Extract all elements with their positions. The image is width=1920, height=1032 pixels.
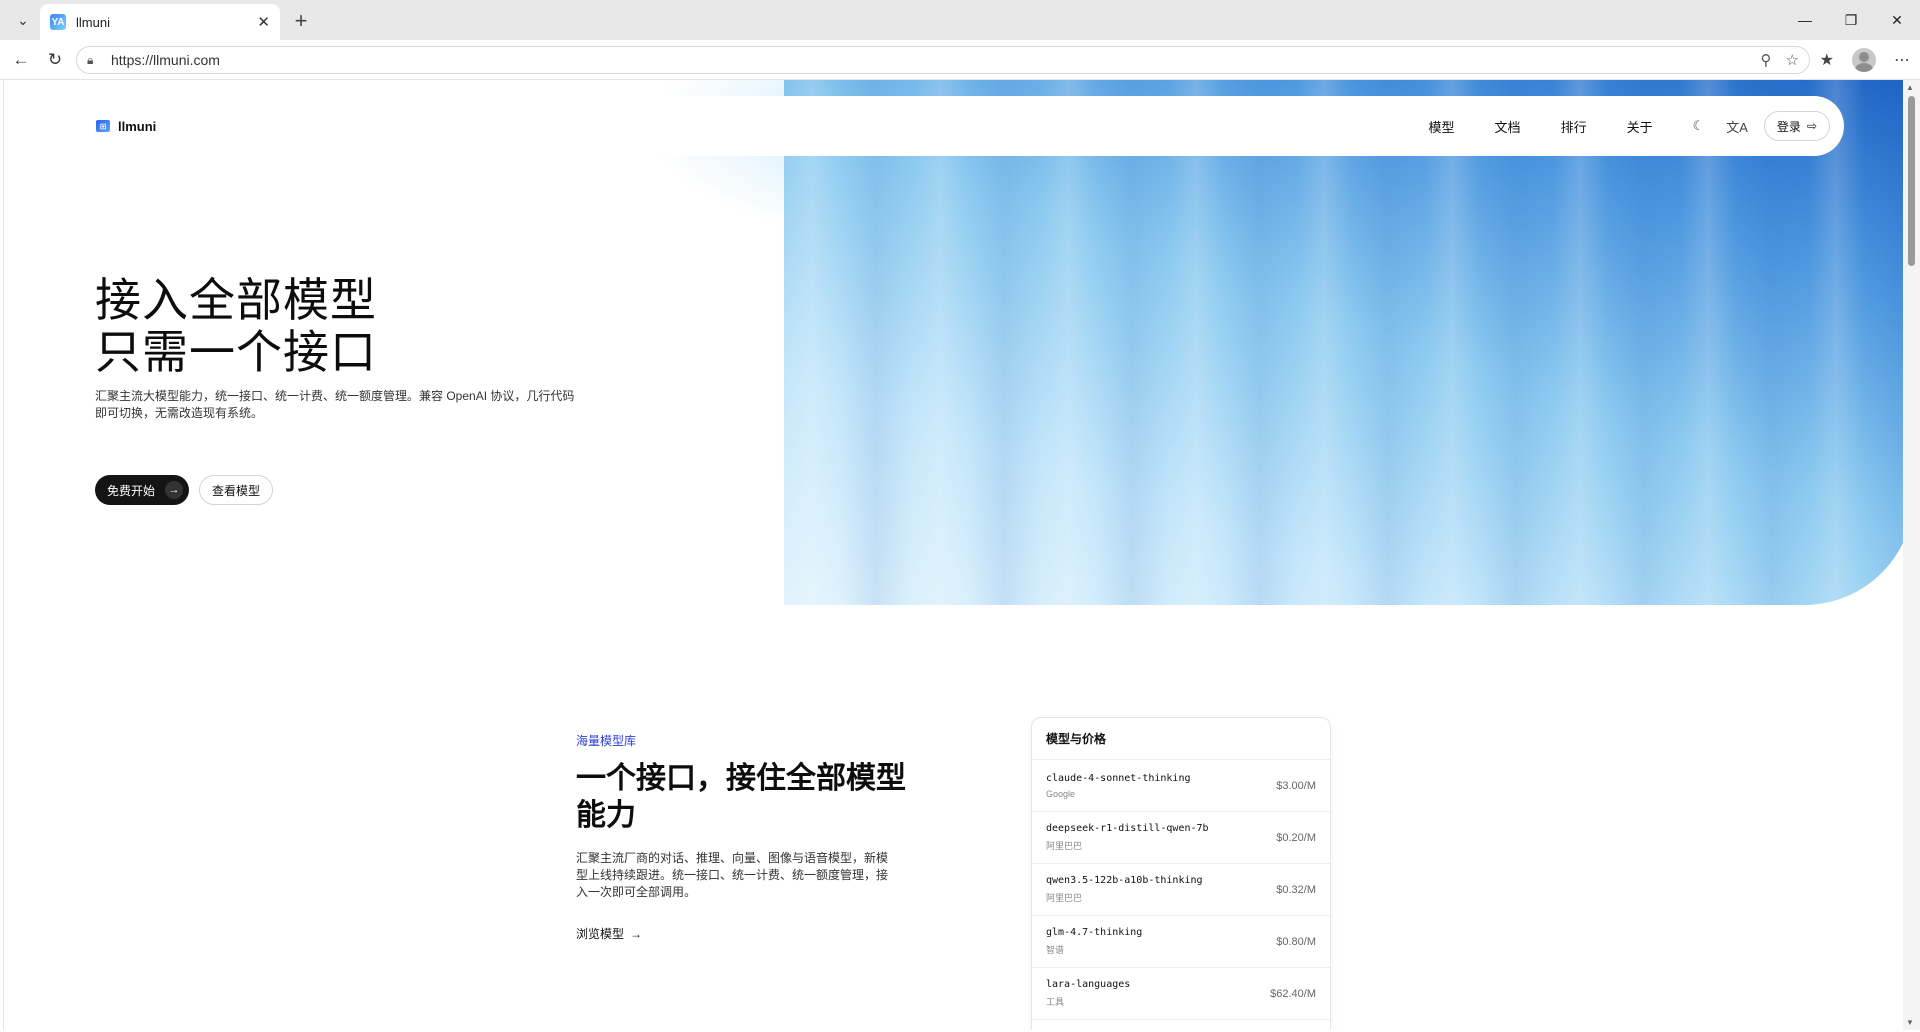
zoom-icon[interactable]: ⚲ <box>1761 51 1772 69</box>
login-arrow-icon: ⇨ <box>1806 119 1817 133</box>
tab-list-chevron-icon[interactable]: ⌄ <box>8 6 38 34</box>
logo-icon: ⊞ <box>96 120 110 132</box>
model-price: $62.40/M <box>1270 987 1316 1000</box>
model-name: lara-languages <box>1046 979 1131 990</box>
model-vendor: 阿里巴巴 <box>1046 893 1083 903</box>
hero-gradient-background <box>784 80 1903 605</box>
section-description: 汇聚主流厂商的对话、推理、向量、图像与语音模型，新模型上线持续跟进。统一接口、统… <box>576 851 889 899</box>
browser-address-bar: ← ↻ 🔒︎ https://llmuni.com ⚲ ☆ ★ ⋯ <box>0 40 1920 80</box>
more-menu-icon[interactable]: ⋯ <box>1894 50 1910 70</box>
site-navbar: ⊞ llmuni 模型 文档 排行 关于 ☾ 文A 登录 ⇨ <box>84 96 1844 156</box>
dark-mode-moon-icon[interactable]: ☾ <box>1693 118 1705 134</box>
model-name: deepseek-r1-distill-qwen-7b <box>1046 823 1209 834</box>
browser-tab-bar: ⌄ YA llmuni ✕ + — ❐ ✕ <box>0 0 1920 40</box>
price-card-title: 模型与价格 <box>1032 718 1330 760</box>
nav-icon-group: ☾ 文A <box>1693 117 1748 136</box>
arrow-right-icon: → <box>630 926 643 941</box>
scroll-down-arrow-icon[interactable]: ▼ <box>1906 1018 1914 1027</box>
start-free-button[interactable]: 免费开始 → <box>95 475 190 505</box>
hero-description: 汇聚主流大模型能力，统一接口、统一计费、统一额度管理。兼容 OpenAI 协议，… <box>95 389 575 420</box>
back-arrow-icon[interactable]: ← <box>8 47 34 73</box>
lock-icon[interactable]: 🔒︎ <box>87 53 103 68</box>
model-price: $0.32/M <box>1276 883 1316 896</box>
window-controls: — ❐ ✕ <box>1782 0 1920 40</box>
hero-title-line2: 只需一个接口 <box>95 326 377 378</box>
site-logo[interactable]: ⊞ llmuni <box>96 119 156 134</box>
model-price-card: 模型与价格 claude-4-sonnet-thinking Google $3… <box>1031 717 1331 1030</box>
favorites-list-icon[interactable]: ★ <box>1820 50 1834 70</box>
logo-text: llmuni <box>118 118 157 134</box>
hero-actions: 免费开始 → 查看模型 <box>95 475 274 505</box>
browse-models-link[interactable]: 浏览模型 → <box>576 925 642 942</box>
hero-title-line1: 接入全部模型 <box>95 274 377 326</box>
model-row[interactable]: lara-languages 工具 $62.40/M <box>1032 968 1330 1020</box>
url-text[interactable]: https://llmuni.com <box>111 52 1747 68</box>
page-scrollbar[interactable]: ▲ ▼ <box>1903 80 1920 1030</box>
hero-title: 接入全部模型 只需一个接口 <box>95 274 695 378</box>
window-close-icon[interactable]: ✕ <box>1874 0 1920 40</box>
browse-models-label: 浏览模型 <box>576 927 625 941</box>
reload-icon[interactable]: ↻ <box>42 47 68 73</box>
scrollbar-thumb[interactable] <box>1908 96 1915 266</box>
browser-tab[interactable]: YA llmuni ✕ <box>40 4 280 40</box>
url-omnibox[interactable]: 🔒︎ https://llmuni.com ⚲ ☆ <box>76 46 1810 74</box>
nav-link-ranking[interactable]: 排行 <box>1561 117 1587 136</box>
model-vendor: 智谱 <box>1046 945 1065 955</box>
new-tab-plus-icon[interactable]: + <box>288 8 314 34</box>
model-name: glm-4.7-thinking <box>1046 927 1143 938</box>
model-price: $3.00/M <box>1276 779 1316 792</box>
scroll-up-arrow-icon[interactable]: ▲ <box>1906 83 1914 92</box>
nav-links: 模型 文档 排行 关于 <box>1429 117 1653 136</box>
section-eyebrow: 海量模型库 <box>576 734 637 748</box>
model-vendor: Google <box>1046 788 1076 799</box>
tab-close-icon[interactable]: ✕ <box>257 13 270 31</box>
model-row[interactable]: deepseek-r1-distill-qwen-7b 阿里巴巴 $0.20/M <box>1032 812 1330 864</box>
login-button[interactable]: 登录 ⇨ <box>1763 111 1830 141</box>
login-label: 登录 <box>1776 119 1801 134</box>
model-row[interactable]: qwen3.5-122b-a10b-thinking 阿里巴巴 $0.32/M <box>1032 864 1330 916</box>
model-row[interactable]: glm-4.7-thinking 智谱 $0.80/M <box>1032 916 1330 968</box>
view-models-button[interactable]: 查看模型 <box>199 475 274 505</box>
minimize-icon[interactable]: — <box>1782 0 1828 40</box>
page-viewport: ⊞ llmuni 模型 文档 排行 关于 ☾ 文A 登录 ⇨ 接入全部模型 只需… <box>3 80 1903 1030</box>
profile-avatar-icon[interactable] <box>1852 48 1876 72</box>
restore-icon[interactable]: ❐ <box>1828 0 1874 40</box>
tab-title: llmuni <box>76 14 110 30</box>
model-vendor: 阿里巴巴 <box>1046 841 1083 851</box>
model-vendor: 工具 <box>1046 997 1065 1007</box>
model-row[interactable]: claude-4-sonnet-thinking Google $3.00/M <box>1032 760 1330 812</box>
section-title: 一个接口，接住全部模型能力 <box>576 762 906 832</box>
nav-link-about[interactable]: 关于 <box>1627 117 1653 136</box>
site-favicon-icon: YA <box>50 14 66 30</box>
model-price: $0.20/M <box>1276 831 1316 844</box>
model-name: qwen3.5-122b-a10b-thinking <box>1046 875 1203 886</box>
browser-toolbar: ★ ⋯ <box>1820 46 1910 74</box>
arrow-right-icon: → <box>165 481 184 499</box>
start-free-label: 免费开始 <box>107 483 156 498</box>
model-price: $0.80/M <box>1276 935 1316 948</box>
nav-link-models[interactable]: 模型 <box>1429 117 1455 136</box>
model-name: claude-4-sonnet-thinking <box>1046 772 1191 784</box>
language-translate-icon[interactable]: 文A <box>1726 117 1748 136</box>
nav-link-docs[interactable]: 文档 <box>1495 117 1521 136</box>
favorite-star-icon[interactable]: ☆ <box>1786 51 1799 69</box>
